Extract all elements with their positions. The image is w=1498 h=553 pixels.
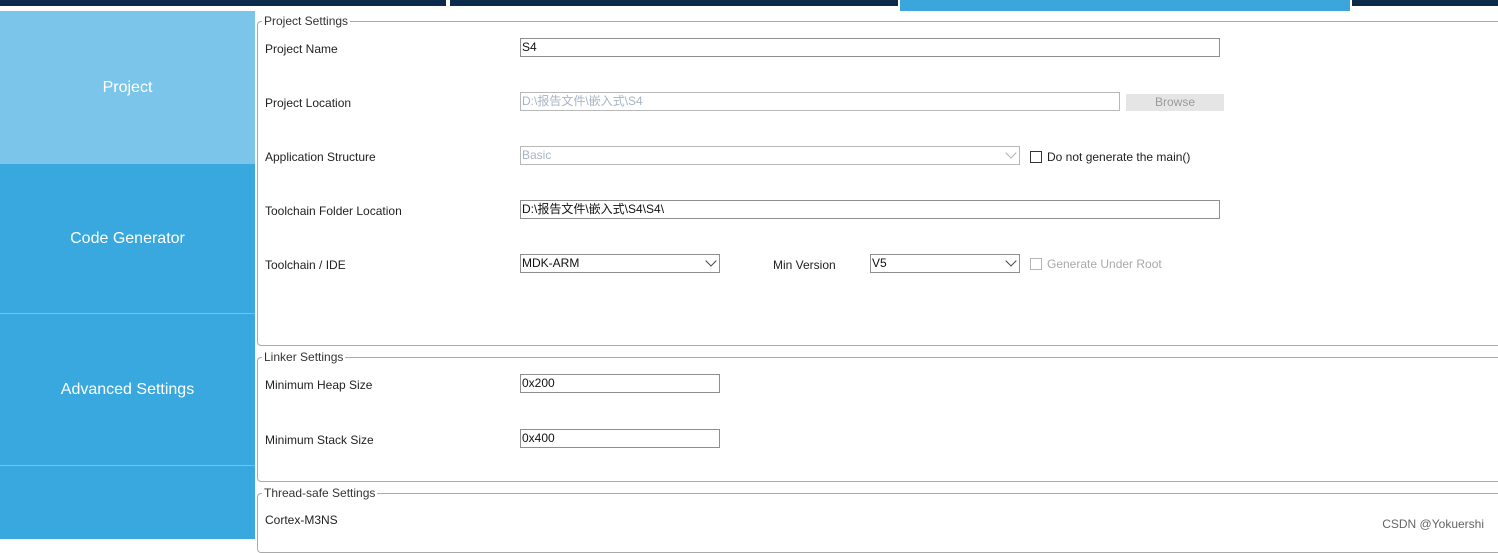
browse-button[interactable]: Browse bbox=[1126, 94, 1224, 111]
top-tab-clock[interactable] bbox=[450, 0, 898, 6]
linker-settings-group: Linker Settings bbox=[257, 350, 1498, 482]
sidebar-item-label: Code Generator bbox=[70, 230, 185, 247]
project-name-input[interactable]: S4 bbox=[520, 38, 1220, 57]
chevron-down-icon bbox=[705, 255, 717, 267]
select-value: MDK-ARM bbox=[522, 256, 580, 270]
sidebar-item-extra[interactable] bbox=[0, 466, 255, 539]
top-tab-project-manager[interactable] bbox=[900, 0, 1350, 11]
min-version-label: Min Version bbox=[773, 258, 836, 272]
project-name-label: Project Name bbox=[265, 42, 338, 56]
chevron-down-icon bbox=[1005, 147, 1017, 159]
checkbox-label: Generate Under Root bbox=[1047, 257, 1162, 271]
sidebar-item-advanced-settings[interactable]: Advanced Settings bbox=[0, 314, 255, 465]
top-tab-strip bbox=[0, 0, 1498, 11]
sidebar-item-project[interactable]: Project bbox=[0, 11, 255, 164]
group-legend: Thread-safe Settings bbox=[262, 486, 378, 500]
group-legend: Project Settings bbox=[262, 14, 351, 28]
project-location-label: Project Location bbox=[265, 96, 352, 110]
checkbox-label: Do not generate the main() bbox=[1047, 150, 1191, 164]
project-location-input: D:\报告文件\嵌入式\S4 bbox=[520, 92, 1120, 111]
group-legend: Linker Settings bbox=[262, 350, 346, 364]
top-tab-pinout[interactable] bbox=[0, 0, 446, 6]
checkbox-box[interactable] bbox=[1030, 151, 1042, 163]
application-structure-select: Basic bbox=[520, 146, 1020, 165]
sidebar-item-label: Project bbox=[102, 78, 153, 96]
thread-safe-settings-group: Thread-safe Settings bbox=[257, 486, 1498, 553]
sidebar-item-code-generator[interactable]: Code Generator bbox=[0, 164, 255, 314]
min-version-select[interactable]: V5 bbox=[870, 254, 1020, 273]
toolchain-folder-label: Toolchain Folder Location bbox=[265, 204, 402, 218]
min-heap-size-label: Minimum Heap Size bbox=[265, 378, 373, 392]
toolchain-ide-select[interactable]: MDK-ARM bbox=[520, 254, 720, 273]
toolchain-folder-input[interactable]: D:\报告文件\嵌入式\S4\S4\ bbox=[520, 200, 1220, 219]
toolchain-ide-label: Toolchain / IDE bbox=[265, 258, 346, 272]
min-stack-size-input[interactable]: 0x400 bbox=[520, 429, 720, 448]
sidebar-item-label: Advanced Settings bbox=[60, 380, 195, 398]
min-heap-size-input[interactable]: 0x200 bbox=[520, 374, 720, 393]
chevron-down-icon bbox=[1005, 255, 1017, 267]
checkbox-box bbox=[1030, 258, 1042, 270]
min-stack-size-label: Minimum Stack Size bbox=[265, 433, 374, 447]
do-not-generate-main-checkbox[interactable]: Do not generate the main() bbox=[1030, 150, 1190, 164]
select-value: Basic bbox=[522, 148, 552, 162]
select-value: V5 bbox=[872, 256, 887, 270]
application-structure-label: Application Structure bbox=[265, 150, 376, 164]
cortex-core-label: Cortex-M3NS bbox=[265, 513, 338, 527]
watermark: CSDN @Yokuershi bbox=[1382, 517, 1484, 531]
sidebar: Project Code Generator Advanced Settings bbox=[0, 11, 255, 539]
generate-under-root-checkbox: Generate Under Root bbox=[1030, 257, 1162, 271]
top-tab-tools[interactable] bbox=[1352, 0, 1498, 6]
project-settings-group: Project Settings bbox=[257, 14, 1498, 346]
